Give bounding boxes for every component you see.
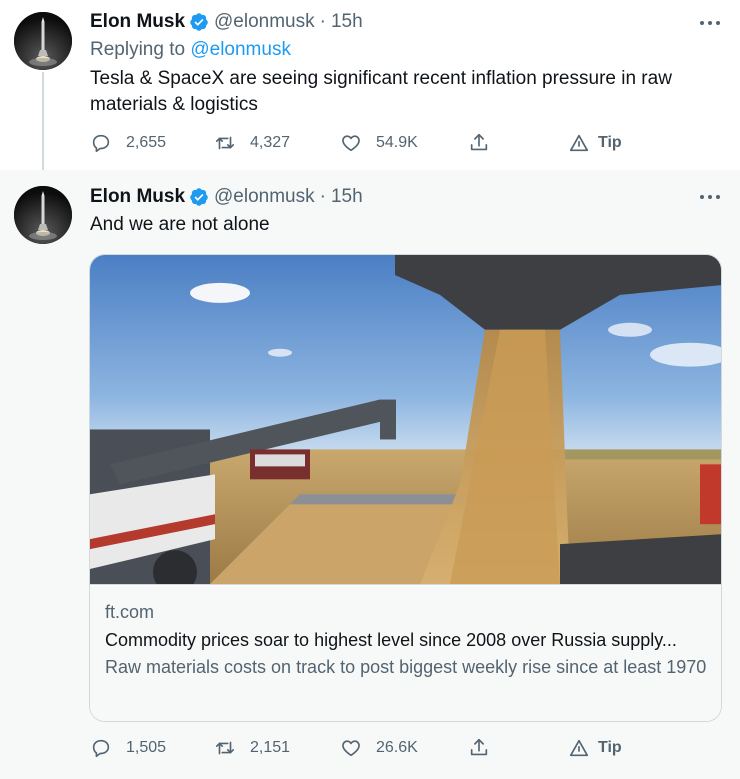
tweet-actions: 1,505 2,151 26.6K Tip — [90, 737, 650, 761]
reply-button[interactable]: 1,505 — [90, 737, 166, 759]
author-name[interactable]: Elon Musk — [90, 186, 185, 208]
retweet-count: 4,327 — [250, 134, 291, 151]
reply-count: 2,655 — [126, 134, 167, 151]
tweet-header: Elon Musk @elonmusk · 15h — [90, 185, 363, 209]
more-icon[interactable] — [698, 189, 722, 205]
card-title[interactable]: Commodity prices soar to highest level s… — [105, 628, 708, 652]
tweet-text: Tesla & SpaceX are seeing significant re… — [90, 68, 672, 115]
like-icon — [342, 740, 360, 757]
reply-count: 1,505 — [126, 739, 167, 756]
like-button[interactable]: 26.6K — [340, 737, 418, 759]
author-name[interactable]: Elon Musk — [90, 11, 185, 33]
replying-label: Replying to — [90, 39, 186, 60]
avatar[interactable] — [14, 186, 72, 244]
reply-icon — [92, 739, 110, 758]
share-icon — [470, 133, 488, 151]
more-icon[interactable] — [698, 15, 722, 31]
card-body: ft.com Commodity prices soar to highest … — [90, 586, 721, 721]
like-count: 54.9K — [376, 134, 418, 151]
separator-dot: · — [319, 11, 326, 32]
thread-connector-line — [42, 72, 44, 180]
reply-button[interactable]: 2,655 — [90, 132, 166, 154]
link-card[interactable]: ft.com Commodity prices soar to highest … — [89, 254, 722, 722]
avatar-rocket — [14, 12, 72, 70]
share-icon — [470, 738, 488, 756]
tweet-time[interactable]: 15h — [331, 11, 363, 33]
tip-button[interactable]: Tip — [568, 737, 622, 759]
tip-label: Tip — [598, 739, 622, 756]
card-description: Raw materials costs on track to post big… — [105, 657, 707, 677]
tip-icon — [569, 134, 589, 152]
card-domain: ft.com — [105, 602, 155, 622]
like-count: 26.6K — [376, 739, 418, 756]
tip-icon — [569, 739, 589, 757]
share-button[interactable] — [468, 737, 490, 759]
avatar[interactable] — [14, 12, 72, 70]
author-handle[interactable]: @elonmusk — [214, 186, 315, 208]
like-icon — [342, 135, 360, 152]
card-image — [90, 255, 721, 585]
retweet-button[interactable]: 4,327 — [214, 132, 290, 154]
tweet-actions: 2,655 4,327 54.9K Tip — [90, 132, 650, 156]
tweet-header: Elon Musk @elonmusk · 15h — [90, 10, 363, 34]
retweet-icon — [215, 136, 235, 150]
tweet-1[interactable]: Elon Musk @elonmusk · 15h Replying to @e… — [0, 0, 740, 180]
retweet-button[interactable]: 2,151 — [214, 737, 290, 759]
verified-badge-icon — [189, 187, 209, 207]
tip-button[interactable]: Tip — [568, 132, 622, 154]
author-handle[interactable]: @elonmusk — [214, 11, 315, 33]
like-button[interactable]: 54.9K — [340, 132, 418, 154]
replying-to-line: Replying to @elonmusk — [90, 39, 291, 61]
replying-to-mention[interactable]: @elonmusk — [190, 39, 291, 60]
tweet-text: And we are not alone — [90, 214, 270, 235]
verified-badge-icon — [189, 12, 209, 32]
tweet-time[interactable]: 15h — [331, 186, 363, 208]
tweet-2[interactable]: Elon Musk @elonmusk · 15h And we are not… — [0, 170, 740, 779]
tip-label: Tip — [598, 134, 622, 151]
retweet-count: 2,151 — [250, 739, 291, 756]
reply-icon — [92, 134, 110, 153]
separator-dot: · — [319, 186, 326, 207]
share-button[interactable] — [468, 132, 490, 154]
retweet-icon — [215, 741, 235, 755]
avatar-rocket — [14, 186, 72, 244]
